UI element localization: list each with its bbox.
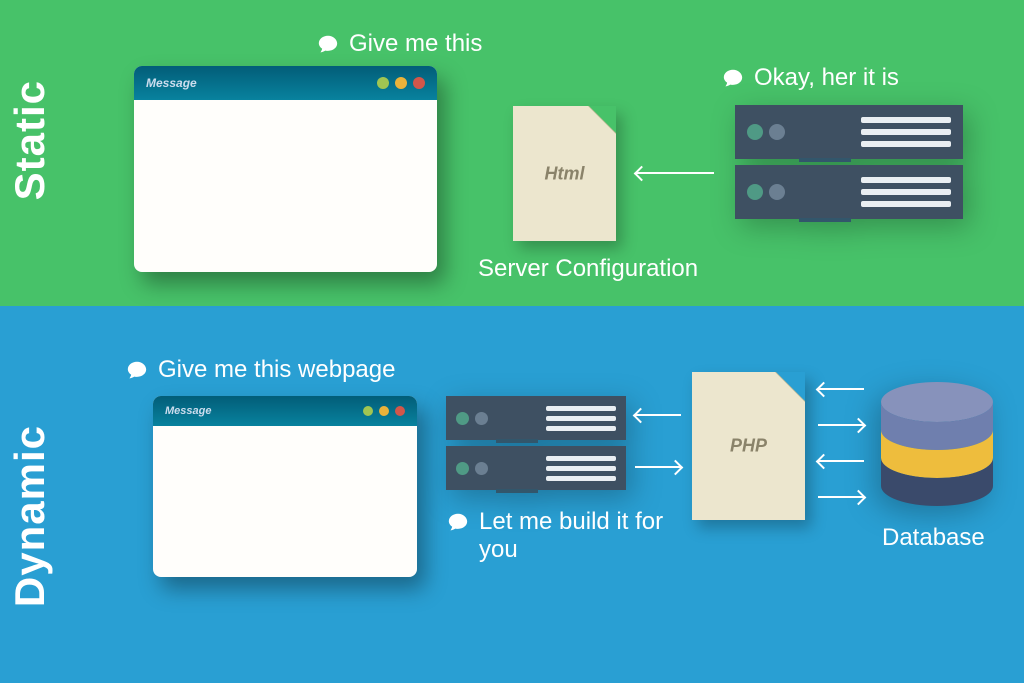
dynamic-arrow-file-db-3 xyxy=(818,460,864,462)
dynamic-browser-window: Message xyxy=(153,396,417,577)
speech-bubble-icon xyxy=(447,511,469,533)
server-unit xyxy=(446,396,626,440)
dynamic-file-label: PHP xyxy=(730,436,767,457)
dynamic-arrow-file-db-1 xyxy=(818,388,864,390)
server-lights xyxy=(456,412,488,425)
dynamic-request-text: Give me this webpage xyxy=(158,356,395,384)
dynamic-server-stack xyxy=(446,396,626,490)
speech-bubble-icon xyxy=(317,33,339,55)
static-request-speech: Give me this xyxy=(317,30,482,58)
dynamic-php-file: PHP xyxy=(692,372,805,520)
server-lights xyxy=(747,124,785,140)
static-html-file: Html xyxy=(513,106,616,241)
browser-titlebar: Message xyxy=(153,396,417,426)
window-dot-yellow xyxy=(395,77,407,89)
window-controls xyxy=(363,406,405,416)
server-unit xyxy=(735,105,963,159)
static-server-stack xyxy=(735,105,963,219)
dynamic-section-label: Dynamic xyxy=(6,425,54,607)
dynamic-arrow-file-db-2 xyxy=(818,424,864,426)
static-arrow-left xyxy=(636,172,714,174)
browser-titlebar: Message xyxy=(134,66,437,100)
database-label: Database xyxy=(882,524,985,552)
speech-bubble-icon xyxy=(722,67,744,89)
dynamic-response-speech: Let me build it for you xyxy=(447,508,667,564)
diagram-canvas: Static Dynamic Give me this Okay, her it… xyxy=(0,0,1024,683)
browser-title: Message xyxy=(165,405,211,417)
server-slots xyxy=(546,406,616,431)
window-dot-red xyxy=(413,77,425,89)
browser-title: Message xyxy=(146,76,197,90)
dynamic-arrow-server-file-left xyxy=(635,414,681,416)
window-dot-red xyxy=(395,406,405,416)
window-dot-green xyxy=(377,77,389,89)
server-slots xyxy=(546,456,616,481)
static-request-text: Give me this xyxy=(349,30,482,58)
dynamic-arrow-file-db-4 xyxy=(818,496,864,498)
static-browser-window: Message xyxy=(134,66,437,272)
server-slots xyxy=(861,117,951,147)
static-response-text: Okay, her it is xyxy=(754,64,899,92)
speech-bubble-icon xyxy=(126,359,148,381)
static-response-speech: Okay, her it is xyxy=(722,64,899,92)
window-controls xyxy=(377,77,425,89)
static-caption: Server Configuration xyxy=(478,255,698,283)
dynamic-request-speech: Give me this webpage xyxy=(126,356,395,384)
static-section-label: Static xyxy=(6,80,54,200)
server-lights xyxy=(747,184,785,200)
dynamic-arrow-server-file-right xyxy=(635,466,681,468)
static-file-label: Html xyxy=(545,163,585,184)
dynamic-response-text: Let me build it for you xyxy=(479,508,667,564)
database-icon xyxy=(879,382,995,515)
window-dot-yellow xyxy=(379,406,389,416)
window-dot-green xyxy=(363,406,373,416)
server-slots xyxy=(861,177,951,207)
server-unit xyxy=(446,446,626,490)
server-unit xyxy=(735,165,963,219)
server-lights xyxy=(456,462,488,475)
